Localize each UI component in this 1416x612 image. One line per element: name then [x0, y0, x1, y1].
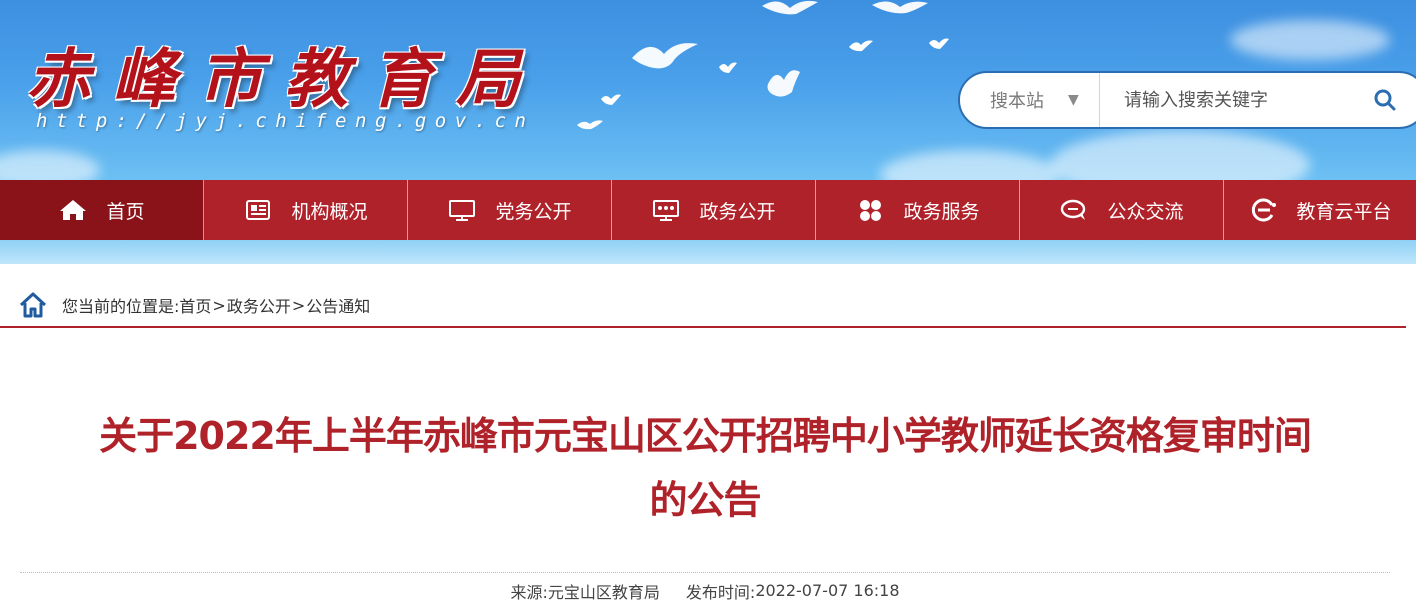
dove-icon: [870, 0, 930, 14]
newspaper-icon: [243, 198, 273, 222]
site-logo-title[interactable]: 赤峰市教育局: [26, 28, 542, 117]
dove-icon: [630, 38, 700, 74]
banner-bottom-strip: [0, 240, 1416, 264]
search-input[interactable]: [1100, 73, 1370, 127]
search-icon[interactable]: [1370, 85, 1400, 115]
article-title-line: 的公告: [649, 478, 761, 522]
breadcrumb-link-home[interactable]: 首页: [179, 293, 211, 317]
breadcrumb-link-gov[interactable]: 政务公开: [227, 293, 291, 317]
article-meta: 来源: 元宝山区教育局 发布时间: 2022-07-07 16:18: [20, 572, 1390, 608]
site-banner: 赤峰市教育局 http://jyj.chifeng.gov.cn 搜本站 ▼: [0, 0, 1416, 180]
cloud-decoration: [880, 150, 1060, 180]
monitor-icon: [447, 198, 477, 222]
site-url-text: http://jyj.chifeng.gov.cn: [36, 110, 535, 132]
breadcrumb-prefix: 您当前的位置是:: [62, 297, 180, 316]
dove-icon: [928, 36, 950, 50]
nav-item-label: 教育云平台: [1296, 200, 1392, 223]
dove-icon: [760, 0, 820, 16]
article-title-line: 关于2022年上半年赤峰市元宝山区公开招聘中小学教师延长资格复审时间: [99, 414, 1312, 458]
meeting-icon: [651, 198, 681, 222]
nav-item-label: 党务公开: [495, 200, 572, 223]
cloud-e-icon: [1248, 198, 1278, 222]
home-icon: [58, 198, 88, 222]
breadcrumb: 您当前的位置是: 首页 > 政务公开 > 公告通知: [0, 284, 1406, 328]
nav-item-gov[interactable]: 政务公开: [612, 180, 816, 240]
dove-icon: [576, 116, 604, 130]
date-value: 2022-07-07 16:18: [755, 581, 900, 600]
nav-item-public[interactable]: 公众交流: [1020, 180, 1224, 240]
source-label: 来源:: [510, 582, 548, 602]
search-bar: 搜本站 ▼: [958, 71, 1416, 129]
nav-item-service[interactable]: 政务服务: [816, 180, 1020, 240]
dropdown-arrow-icon: ▼: [1068, 92, 1079, 108]
nav-item-label: 机构概况: [291, 200, 368, 223]
cloud-decoration: [1230, 20, 1390, 60]
dove-icon: [848, 38, 874, 52]
dove-icon: [764, 66, 804, 100]
search-scope-dropdown[interactable]: 搜本站 ▼: [960, 73, 1100, 127]
dove-icon: [600, 92, 622, 106]
nav-item-party[interactable]: 党务公开: [408, 180, 612, 240]
search-scope-label: 搜本站: [990, 91, 1044, 112]
nav-item-cloud[interactable]: 教育云平台: [1224, 180, 1416, 240]
breadcrumb-separator: >: [291, 295, 306, 315]
cloud-decoration: [0, 150, 100, 180]
nav-item-label: 政务公开: [699, 200, 776, 223]
main-nav: 首页 机构概况 党务公开 政务公开 政务服务 公众交流 教育云平台: [0, 180, 1416, 240]
grid-icon: [855, 198, 885, 222]
source-value: 元宝山区教育局: [547, 582, 660, 602]
article-title: 关于2022年上半年赤峰市元宝山区公开招聘中小学教师延长资格复审时间 的公告: [10, 404, 1400, 532]
nav-item-label: 首页: [106, 200, 145, 223]
nav-item-home[interactable]: 首页: [0, 180, 204, 240]
breadcrumb-separator: >: [212, 295, 226, 315]
nav-item-label: 公众交流: [1107, 200, 1184, 223]
date-label: 发布时间:: [685, 582, 756, 602]
breadcrumb-link-notice[interactable]: 公告通知: [306, 293, 370, 317]
dove-icon: [718, 60, 738, 74]
nav-item-org[interactable]: 机构概况: [204, 180, 408, 240]
home-outline-icon: [18, 290, 48, 320]
nav-item-label: 政务服务: [903, 200, 980, 223]
chat-icon: [1059, 198, 1089, 222]
cloud-decoration: [1050, 130, 1310, 180]
